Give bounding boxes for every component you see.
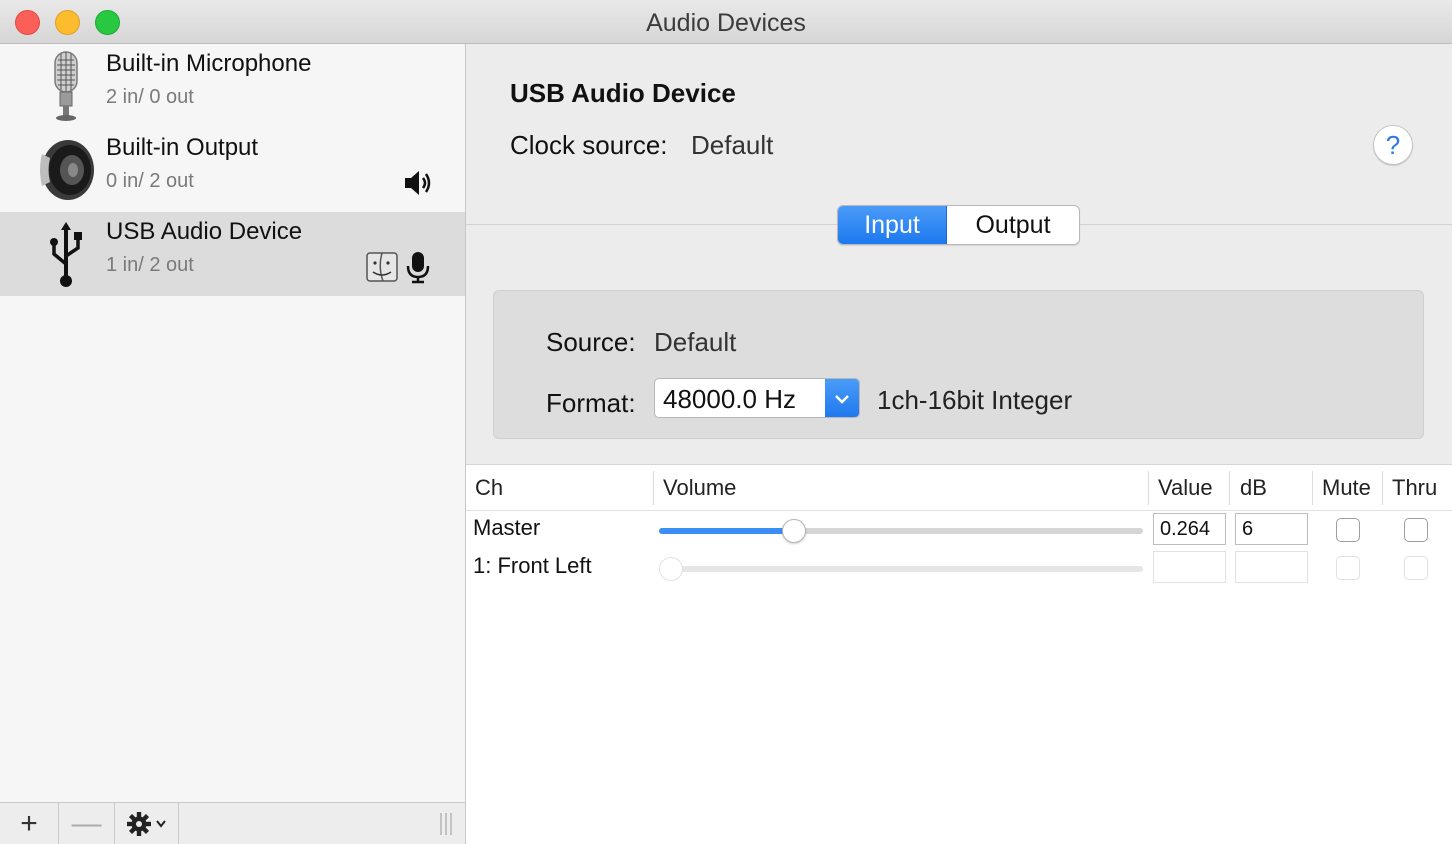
thru-checkbox[interactable]: [1404, 518, 1428, 542]
device-detail-pane: USB Audio Device Clock source: Default ?…: [466, 44, 1452, 844]
column-header-ch[interactable]: Ch: [475, 475, 503, 501]
usb-icon: [50, 222, 82, 287]
help-button[interactable]: ?: [1373, 125, 1413, 165]
device-title: USB Audio Device: [510, 78, 736, 108]
format-detail: 1ch-16bit Integer: [877, 385, 1073, 415]
add-device-button[interactable]: +: [0, 803, 59, 844]
chevron-down-icon: [825, 379, 859, 417]
mute-checkbox[interactable]: [1336, 518, 1360, 542]
value-field[interactable]: [1153, 551, 1226, 583]
column-header-value[interactable]: Value: [1158, 475, 1213, 501]
channel-label: Master: [473, 515, 541, 540]
resize-grip-icon[interactable]: [439, 813, 453, 835]
device-row-usb-audio-device[interactable]: USB Audio Device 1 in/ 2 out: [0, 212, 465, 296]
column-header-mute[interactable]: Mute: [1322, 475, 1371, 501]
device-sidebar: Built-in Microphone 2 in/ 0 out Built-in…: [0, 44, 466, 844]
format-label: Format:: [546, 388, 636, 418]
column-separator: [1229, 471, 1230, 505]
source-label: Source:: [546, 327, 636, 357]
clock-source-value: Default: [691, 130, 774, 160]
format-panel: Source: Default Format: 48000.0 Hz 1ch-1…: [493, 290, 1424, 439]
gear-icon: [126, 812, 166, 836]
column-header-volume[interactable]: Volume: [663, 475, 736, 501]
device-row-built-in-microphone[interactable]: Built-in Microphone 2 in/ 0 out: [0, 44, 465, 128]
volume-slider[interactable]: [659, 557, 1143, 581]
sound-output-icon: [405, 171, 431, 195]
device-io-count: 2 in/ 0 out: [106, 86, 194, 108]
column-separator: [1148, 471, 1149, 505]
clock-source-label: Clock source:: [510, 130, 668, 160]
db-field[interactable]: [1235, 513, 1308, 545]
column-header-db[interactable]: dB: [1240, 475, 1267, 501]
volume-slider[interactable]: [659, 519, 1143, 543]
volume-slider-knob[interactable]: [659, 557, 683, 581]
column-separator: [653, 471, 654, 505]
sound-input-icon: [406, 252, 430, 284]
finder-icon: [366, 252, 398, 282]
value-field[interactable]: [1153, 513, 1226, 545]
table-header: Ch Volume Value dB Mute Thru: [466, 465, 1452, 511]
column-separator: [1312, 471, 1313, 505]
device-io-count: 1 in/ 2 out: [106, 254, 194, 276]
speaker-icon: [40, 140, 94, 200]
window-title: Audio Devices: [646, 9, 806, 37]
gear-menu-button[interactable]: [115, 803, 179, 844]
column-separator: [1382, 471, 1383, 505]
microphone-icon: [54, 51, 78, 121]
channel-table: Ch Volume Value dB Mute Thru Master 0.26…: [466, 464, 1452, 844]
tab-input[interactable]: Input: [838, 206, 947, 244]
title-bar: Audio Devices: [0, 0, 1452, 44]
tab-output[interactable]: Output: [947, 206, 1079, 244]
sidebar-toolbar: + —: [0, 802, 465, 844]
device-name: Built-in Output: [106, 134, 259, 161]
format-select-value: 48000.0 Hz: [663, 384, 796, 414]
remove-device-button[interactable]: —: [59, 803, 115, 844]
db-field[interactable]: [1235, 551, 1308, 583]
device-io-count: 0 in/ 2 out: [106, 170, 194, 192]
volume-slider-knob[interactable]: [781, 519, 806, 543]
channel-label: 1: Front Left: [473, 553, 592, 578]
volume-slider-fill: [659, 528, 794, 534]
thru-checkbox[interactable]: [1404, 556, 1428, 580]
device-row-built-in-output[interactable]: Built-in Output 0 in/ 2 out: [0, 128, 465, 212]
format-select[interactable]: 48000.0 Hz: [654, 378, 860, 418]
device-name: Built-in Microphone: [106, 50, 312, 77]
input-output-segmented-control: Input Output: [837, 205, 1080, 245]
column-header-thru[interactable]: Thru: [1392, 475, 1437, 501]
device-name: USB Audio Device: [106, 218, 303, 245]
source-value: Default: [654, 327, 737, 357]
mute-checkbox[interactable]: [1336, 556, 1360, 580]
